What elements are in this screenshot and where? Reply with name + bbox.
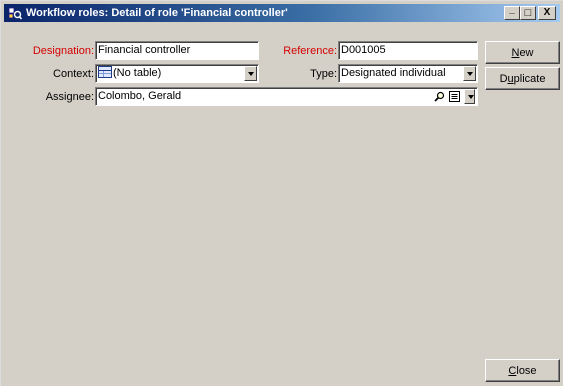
role-detail-window: Workflow roles: Detail of role 'Financia… <box>0 0 563 386</box>
close-button[interactable]: Close <box>485 359 560 382</box>
duplicate-label-rest: plicate <box>513 72 546 85</box>
chevron-down-icon[interactable] <box>464 89 475 104</box>
minimize-icon: _ <box>509 4 515 15</box>
table-icon <box>98 66 112 78</box>
maximize-icon: □ <box>524 6 532 19</box>
assignee-value: Colombo, Gerald <box>98 90 182 102</box>
designation-value: Financial controller <box>98 44 191 56</box>
chevron-down-icon[interactable] <box>463 66 476 81</box>
maximize-button[interactable]: □ <box>520 6 536 20</box>
workflow-app-icon <box>8 6 23 20</box>
duplicate-label-pre: D <box>499 72 508 85</box>
context-dropdown[interactable]: (No table) <box>95 64 259 83</box>
duplicate-button[interactable]: Du plicate <box>485 67 560 90</box>
close-label-rest: lose <box>516 364 537 377</box>
type-dropdown[interactable]: Designated individual <box>338 64 478 83</box>
search-icon[interactable] <box>432 89 446 104</box>
assignee-label: Assignee: <box>45 91 94 103</box>
new-accel: N <box>511 46 520 59</box>
type-label: Type: <box>310 68 337 80</box>
assignee-field[interactable]: Colombo, Gerald <box>95 87 478 106</box>
context-label: Context: <box>53 68 94 80</box>
context-value: (No table) <box>113 67 162 79</box>
detail-form-icon[interactable] <box>447 89 461 104</box>
reference-field[interactable]: D001005 <box>338 41 478 60</box>
window-title: Workflow roles: Detail of role 'Financia… <box>26 7 288 19</box>
minimize-button[interactable]: _ <box>504 4 520 20</box>
close-window-button[interactable]: X <box>538 6 556 20</box>
new-label-rest: ew <box>519 46 534 59</box>
designation-label: Designation: <box>32 45 94 57</box>
new-button[interactable]: New <box>485 41 560 64</box>
chevron-down-icon[interactable] <box>244 66 257 81</box>
reference-value: D001005 <box>341 44 386 56</box>
type-value: Designated individual <box>341 67 446 79</box>
reference-label: Reference: <box>283 45 337 57</box>
close-accel: C <box>508 364 517 377</box>
close-icon: X <box>543 7 551 18</box>
designation-field[interactable]: Financial controller <box>95 41 259 60</box>
title-bar[interactable]: Workflow roles: Detail of role 'Financia… <box>4 4 560 22</box>
